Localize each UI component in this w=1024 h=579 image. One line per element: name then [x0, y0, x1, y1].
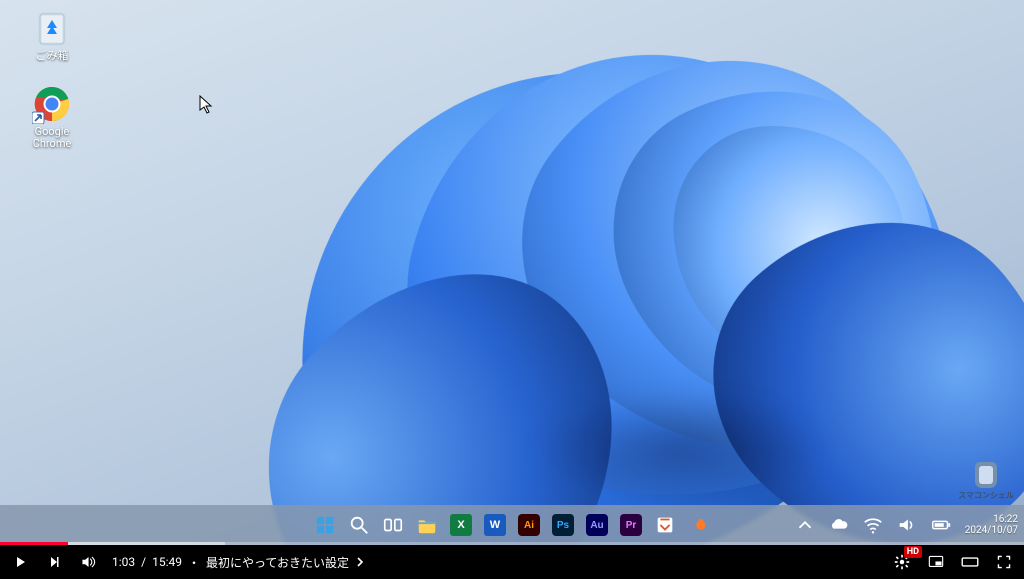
- video-player-controls: 1:03 / 15:49 ・ 最初にやっておきたい設定 HD: [0, 545, 1024, 579]
- taskbar-item-audition[interactable]: Au: [583, 511, 611, 539]
- theater-mode-button[interactable]: [960, 552, 980, 572]
- volume-icon: [896, 514, 918, 536]
- taskbar-item-snipping-tool[interactable]: [651, 511, 679, 539]
- taskbar-system-tray: 16:222024/10/07: [791, 511, 1018, 539]
- desktop-icon-google-chrome[interactable]: Google Chrome: [18, 84, 86, 150]
- desktop-icon-recycle-bin[interactable]: ごみ箱: [18, 8, 86, 62]
- fullscreen-button[interactable]: [994, 552, 1014, 572]
- miniplayer-button[interactable]: [926, 552, 946, 572]
- audition-icon: Au: [586, 514, 608, 536]
- tray-onedrive[interactable]: [825, 511, 853, 539]
- task-view-icon: [382, 514, 404, 536]
- taskbar-item-search[interactable]: [345, 511, 373, 539]
- desktop-icons: ごみ箱 Google Chrome: [18, 8, 86, 150]
- play-button[interactable]: [10, 552, 30, 572]
- chrome-icon: [32, 84, 72, 124]
- flame-app-icon: [688, 514, 710, 536]
- onedrive-icon: [828, 514, 850, 536]
- tray-battery[interactable]: [927, 511, 955, 539]
- tray-volume[interactable]: [893, 511, 921, 539]
- excel-icon: X: [450, 514, 472, 536]
- tray-chevron-up[interactable]: [791, 511, 819, 539]
- photoshop-icon: Ps: [552, 514, 574, 536]
- current-time: 1:03: [112, 555, 135, 569]
- taskbar-center: XW Ai Ps Au Pr: [311, 511, 713, 539]
- quality-badge: HD: [904, 546, 922, 558]
- windows-taskbar: XW Ai Ps Au Pr 16:222024/10/07: [0, 505, 1024, 545]
- video-content: ごみ箱 Google Chrome: [0, 0, 1024, 545]
- file-explorer-icon: [416, 514, 438, 536]
- tray-wifi[interactable]: [859, 511, 887, 539]
- illustrator-icon: Ai: [518, 514, 540, 536]
- recycle-bin-icon: [32, 8, 72, 48]
- time-and-chapter[interactable]: 1:03 / 15:49 ・ 最初にやっておきたい設定: [112, 554, 365, 571]
- watermark-text: スマコンシェル: [958, 490, 1014, 501]
- wallpaper-bloom: [250, 0, 1010, 545]
- word-icon: W: [484, 514, 506, 536]
- duration: 15:49: [152, 555, 182, 569]
- next-button[interactable]: [44, 552, 64, 572]
- wifi-icon: [862, 514, 884, 536]
- taskbar-item-file-explorer[interactable]: [413, 511, 441, 539]
- taskbar-clock[interactable]: 16:222024/10/07: [965, 514, 1018, 536]
- start-icon: [314, 514, 336, 536]
- clock-date: 2024/10/07: [965, 525, 1018, 536]
- taskbar-item-word[interactable]: W: [481, 511, 509, 539]
- chevron-up-icon: [794, 514, 816, 536]
- chevron-right-icon: [355, 557, 365, 567]
- battery-icon: [930, 514, 952, 536]
- desktop-icon-label: ごみ箱: [36, 50, 69, 62]
- watermark-icon: [975, 462, 997, 488]
- taskbar-item-illustrator[interactable]: Ai: [515, 511, 543, 539]
- channel-watermark[interactable]: スマコンシェル: [958, 462, 1014, 501]
- settings-button[interactable]: HD: [892, 552, 912, 572]
- snipping-tool-icon: [654, 514, 676, 536]
- taskbar-item-premiere[interactable]: Pr: [617, 511, 645, 539]
- taskbar-item-start[interactable]: [311, 511, 339, 539]
- mouse-cursor-icon: [199, 95, 215, 115]
- desktop-icon-label: Google Chrome: [18, 126, 86, 150]
- clock-time: 16:22: [965, 514, 1018, 525]
- taskbar-item-photoshop[interactable]: Ps: [549, 511, 577, 539]
- taskbar-item-task-view[interactable]: [379, 511, 407, 539]
- chapter-title: 最初にやっておきたい設定: [206, 554, 349, 571]
- taskbar-item-excel[interactable]: X: [447, 511, 475, 539]
- taskbar-item-flame-app[interactable]: [685, 511, 713, 539]
- mute-button[interactable]: [78, 552, 98, 572]
- search-icon: [348, 514, 370, 536]
- premiere-icon: Pr: [620, 514, 642, 536]
